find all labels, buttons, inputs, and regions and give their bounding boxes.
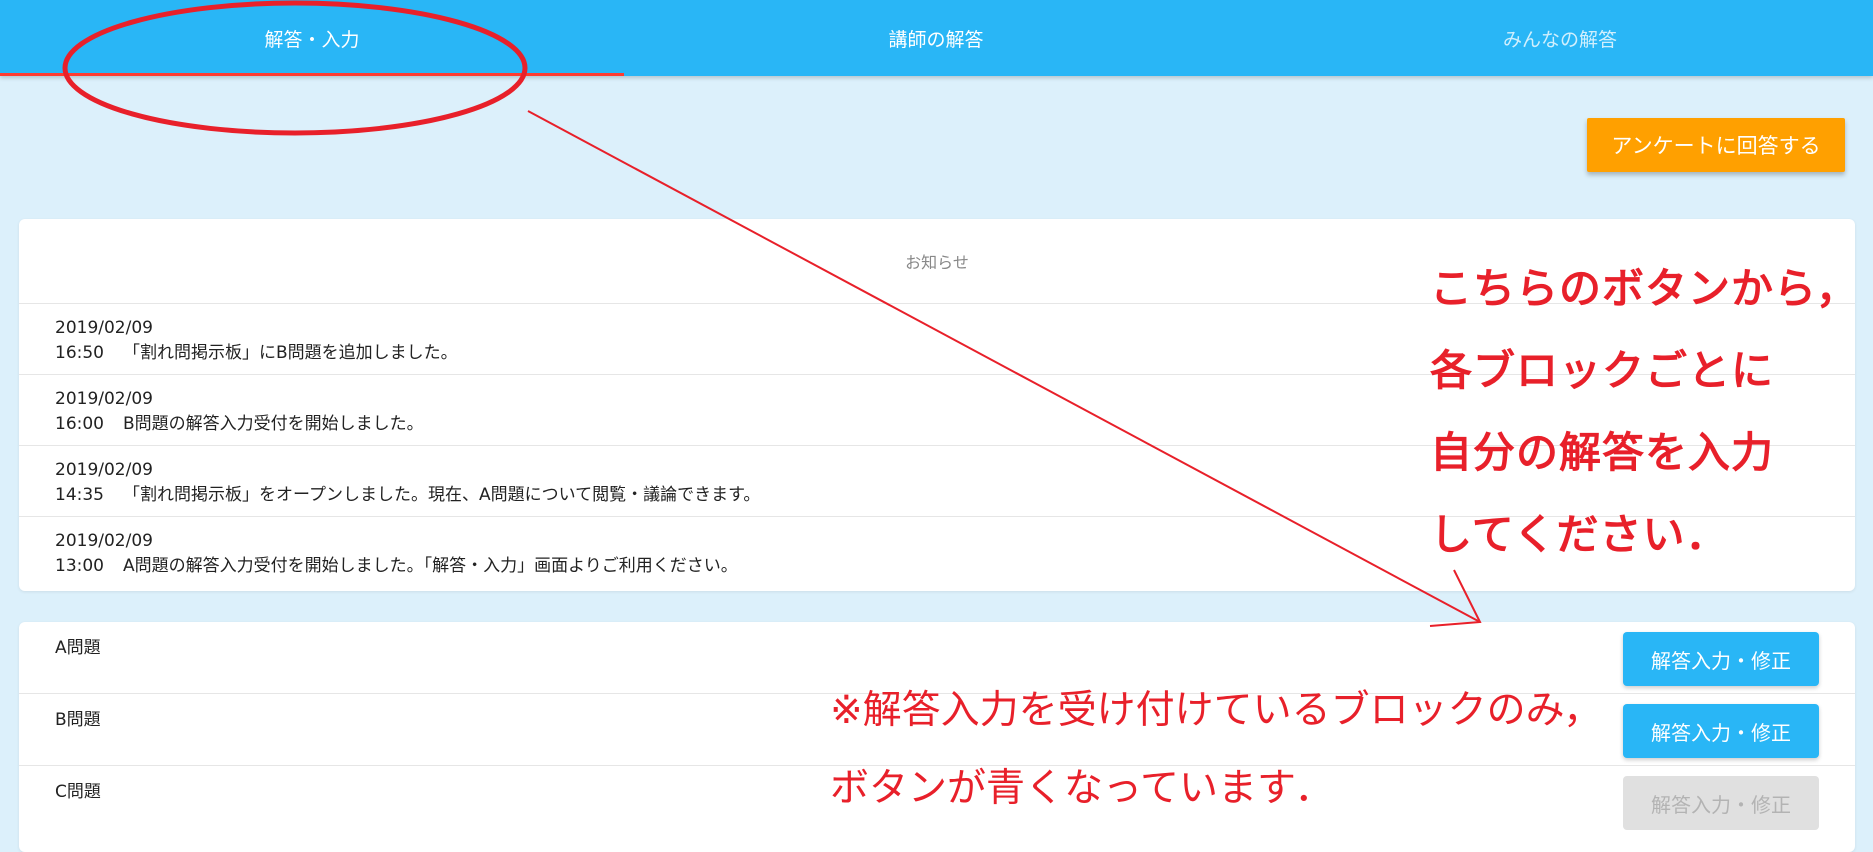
annotation-line: 各ブロックごとに <box>1430 346 1775 395</box>
answer-edit-button-c: 解答入力・修正 <box>1623 776 1819 830</box>
answer-edit-button-a[interactable]: 解答入力・修正 <box>1623 632 1819 686</box>
answer-edit-button-b[interactable]: 解答入力・修正 <box>1623 704 1819 758</box>
problem-label: C問題 <box>55 782 101 802</box>
annotation-instruction: こちらのボタンから， 各ブロックごとに 自分の解答を入力 してください． <box>1430 248 1859 576</box>
news-text: 「割れ問掲示板」にB問題を追加しました。 <box>123 343 458 363</box>
tab-answer-input[interactable]: 解答・入力 <box>0 0 624 76</box>
news-text: A問題の解答入力受付を開始しました。「解答・入力」画面よりご利用ください。 <box>123 556 738 576</box>
annotation-note: ※解答入力を受け付けているブロックのみ， ボタンが青くなっています． <box>830 672 1602 828</box>
annotation-line: こちらのボタンから， <box>1430 264 1859 313</box>
news-time: 16:50 <box>55 343 104 363</box>
annotation-note-line: ボタンが青くなっています． <box>830 766 1334 811</box>
news-text: 「割れ問掲示板」をオープンしました。現在、A問題について閲覧・議論できます。 <box>123 485 761 505</box>
top-tab-bar: 解答・入力 講師の解答 みんなの解答 <box>0 0 1873 76</box>
news-time: 16:00 <box>55 414 104 434</box>
problem-label: B問題 <box>55 710 101 730</box>
annotation-line: してください． <box>1430 510 1729 559</box>
tab-everyone-answer[interactable]: みんなの解答 <box>1248 0 1872 76</box>
news-text: B問題の解答入力受付を開始しました。 <box>123 414 424 434</box>
news-time: 13:00 <box>55 556 104 576</box>
survey-button[interactable]: アンケートに回答する <box>1587 118 1845 172</box>
news-time: 14:35 <box>55 485 104 505</box>
annotation-line: 自分の解答を入力 <box>1430 428 1775 477</box>
annotation-note-line: ※解答入力を受け付けているブロックのみ， <box>830 688 1603 733</box>
problem-label: A問題 <box>55 638 101 658</box>
tab-instructor-answer[interactable]: 講師の解答 <box>624 0 1248 76</box>
